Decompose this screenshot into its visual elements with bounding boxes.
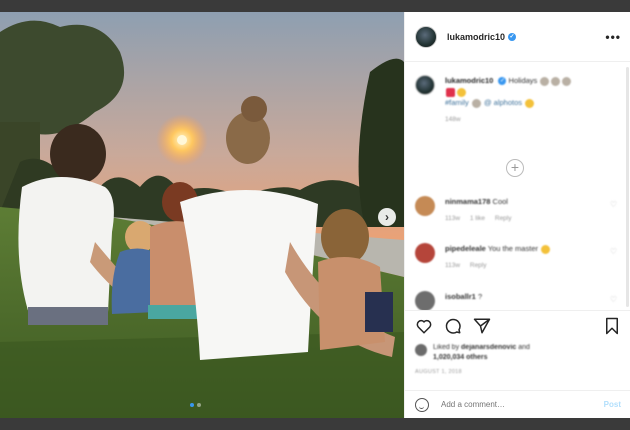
liked-by-user[interactable]: dejanarsdenovic [461, 344, 516, 351]
comment-reply-button[interactable]: Reply [470, 262, 487, 269]
comment-item: ninmama178 Cool 113w 1 like Reply ♡ [415, 196, 625, 224]
liked-by-label: Liked by [433, 344, 460, 351]
caption-tag[interactable]: @ alphotos [484, 98, 522, 107]
browser-top-bar [0, 0, 630, 12]
post-caption: lukamodric10 ✓ Holidays #family @ alphot… [415, 75, 615, 125]
comment-like-heart-icon[interactable]: ♡ [610, 200, 617, 209]
comment-text: You the master [487, 244, 538, 253]
comment-text: ? [477, 292, 483, 301]
like-heart-icon[interactable] [415, 317, 433, 335]
carousel-indicator [190, 403, 201, 407]
comment-time: 113w [445, 215, 461, 222]
action-icons [415, 317, 491, 335]
comment-like-heart-icon[interactable]: ♡ [610, 295, 617, 304]
comment-username[interactable]: isoballr1 [445, 292, 476, 301]
comment-body: ninmama178 Cool 113w 1 like Reply [445, 196, 595, 224]
emoji-icon [540, 76, 550, 86]
likes-others-count[interactable]: 1,020,034 others [433, 354, 487, 361]
emoji-icon [562, 76, 572, 86]
post-photo[interactable]: › [0, 12, 404, 418]
caption-text-block: lukamodric10 ✓ Holidays #family @ alphot… [445, 75, 615, 125]
verified-badge-icon: ✓ [498, 77, 507, 86]
caption-time: 148w [445, 116, 461, 123]
comment-item: isoballr1 ? ♡ [415, 291, 625, 310]
comment-avatar[interactable] [415, 291, 435, 310]
more-options-icon[interactable]: ••• [605, 30, 621, 44]
liker-avatar[interactable] [415, 344, 427, 356]
comment-meta: 113w 1 like Reply [445, 213, 595, 224]
comment-body: isoballr1 ? [445, 291, 595, 310]
caption-text: Holidays [508, 76, 538, 85]
likes-text[interactable]: Liked by dejanarsdenovic and 1,020,034 o… [433, 343, 530, 363]
emoji-picker-icon[interactable] [415, 397, 429, 412]
post-date: AUGUST 1, 2018 [415, 369, 462, 375]
comment-text: Cool [492, 197, 508, 206]
post-header: lukamodric10 ✓ ••• [405, 12, 630, 62]
likes-and-label: and [518, 344, 530, 351]
emoji-icon [525, 98, 535, 108]
comment-like-heart-icon[interactable]: ♡ [610, 247, 617, 256]
load-more-comments-button[interactable]: + [506, 159, 524, 177]
author-avatar[interactable] [415, 25, 437, 48]
carousel-next-button[interactable]: › [378, 208, 396, 226]
add-comment-bar: Post [405, 390, 630, 418]
caption-avatar[interactable] [415, 75, 435, 95]
screenshot-frame: › lukamodric10 ✓ ••• lukamodric10 ✓ Holi… [0, 0, 630, 430]
carousel-dot [197, 403, 201, 407]
author-username-text[interactable]: lukamodric10 [447, 32, 505, 42]
emoji-icon [551, 76, 561, 86]
carousel-dot-active [190, 403, 194, 407]
comment-avatar[interactable] [415, 196, 435, 216]
browser-bottom-bar [0, 418, 630, 430]
add-comment-input[interactable] [441, 400, 581, 409]
emoji-icon [471, 98, 481, 108]
save-bookmark-icon[interactable] [603, 317, 621, 335]
emoji-icon [457, 87, 466, 97]
share-send-icon[interactable] [473, 317, 491, 335]
comment-time: 113w [445, 262, 461, 269]
author-username[interactable]: lukamodric10 ✓ [447, 32, 517, 42]
comment-avatar[interactable] [415, 243, 435, 263]
verified-badge-icon: ✓ [508, 33, 517, 42]
post-comment-button[interactable]: Post [604, 400, 621, 409]
post-actions: Liked by dejanarsdenovic and 1,020,034 o… [405, 310, 630, 390]
likes-summary: Liked by dejanarsdenovic and 1,020,034 o… [415, 343, 530, 363]
comment-username[interactable]: pipedeleale [445, 244, 486, 253]
comment-body: pipedeleale You the master 113w Reply [445, 243, 595, 271]
comments-list: lukamodric10 ✓ Holidays #family @ alphot… [405, 63, 630, 310]
comments-scrollbar[interactable] [626, 67, 629, 307]
comment-meta: 113w Reply [445, 260, 595, 271]
post-modal: › lukamodric10 ✓ ••• lukamodric10 ✓ Holi… [0, 12, 630, 418]
comment-bubble-icon[interactable] [444, 317, 462, 335]
emoji-icon [541, 244, 551, 254]
comment-username[interactable]: ninmama178 [445, 197, 490, 206]
caption-hashtag[interactable]: #family [445, 98, 469, 107]
family-sunset-photo [0, 12, 404, 418]
heart-emoji-icon [446, 87, 455, 97]
comment-item: pipedeleale You the master 113w Reply ♡ [415, 243, 625, 271]
caption-username[interactable]: lukamodric10 [445, 76, 493, 85]
comment-reply-button[interactable]: Reply [495, 215, 512, 222]
post-side-panel: lukamodric10 ✓ ••• lukamodric10 ✓ Holiday… [404, 12, 630, 418]
comment-likes[interactable]: 1 like [470, 215, 485, 222]
